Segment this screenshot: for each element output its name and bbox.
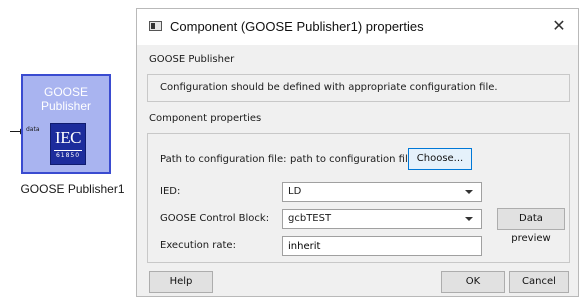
close-icon[interactable]: ✕ bbox=[548, 15, 570, 37]
description-group: Configuration should be defined with app… bbox=[147, 74, 570, 102]
iec-logo-text: IEC bbox=[55, 128, 81, 147]
chevron-down-icon bbox=[465, 217, 473, 221]
ok-button[interactable]: OK bbox=[441, 271, 505, 293]
ied-select-value: LD bbox=[288, 186, 302, 197]
chevron-down-icon bbox=[465, 190, 473, 194]
goose-publisher-block[interactable]: GOOSE Publisher IEC 61850 data GOOSE Pub… bbox=[10, 74, 125, 196]
block-caption: GOOSE Publisher1 bbox=[20, 182, 125, 196]
block-title-line1: GOOSE bbox=[43, 85, 88, 99]
cancel-button[interactable]: Cancel bbox=[509, 271, 569, 293]
gcb-label: GOOSE Control Block: bbox=[160, 213, 270, 224]
window-icon bbox=[149, 21, 162, 31]
block-title-line2: Publisher bbox=[40, 99, 92, 113]
ied-label: IED: bbox=[160, 186, 181, 197]
description-text: Configuration should be defined with app… bbox=[160, 82, 498, 93]
properties-section-label: Component properties bbox=[149, 113, 262, 124]
execution-rate-field[interactable] bbox=[282, 236, 482, 256]
properties-dialog: Component (GOOSE Publisher1) properties … bbox=[136, 8, 579, 297]
iec-logo-number: 61850 bbox=[55, 152, 81, 159]
data-preview-button[interactable]: Data preview bbox=[497, 208, 565, 244]
ied-select[interactable]: LD bbox=[282, 182, 482, 202]
config-file-path: path to configuration file bbox=[290, 154, 414, 165]
block-body[interactable]: GOOSE Publisher IEC 61850 bbox=[21, 74, 111, 174]
dialog-title: Component (GOOSE Publisher1) properties bbox=[170, 19, 424, 34]
block-title: GOOSE Publisher bbox=[23, 85, 109, 113]
execution-rate-label: Execution rate: bbox=[160, 240, 236, 251]
iec-61850-logo-icon: IEC 61850 bbox=[50, 123, 86, 165]
help-button[interactable]: Help bbox=[149, 271, 213, 293]
choose-file-button[interactable]: Choose... bbox=[408, 148, 472, 170]
gcb-select[interactable]: gcbTEST bbox=[282, 209, 482, 229]
iec-logo-divider bbox=[54, 150, 82, 151]
properties-group: Path to configuration file: path to conf… bbox=[147, 133, 570, 263]
config-file-label: Path to configuration file: bbox=[160, 154, 287, 165]
gcb-select-value: gcbTEST bbox=[288, 213, 332, 224]
dialog-titlebar[interactable]: Component (GOOSE Publisher1) properties … bbox=[137, 9, 578, 45]
input-port-label: data bbox=[26, 126, 40, 133]
description-section-label: GOOSE Publisher bbox=[149, 54, 235, 65]
